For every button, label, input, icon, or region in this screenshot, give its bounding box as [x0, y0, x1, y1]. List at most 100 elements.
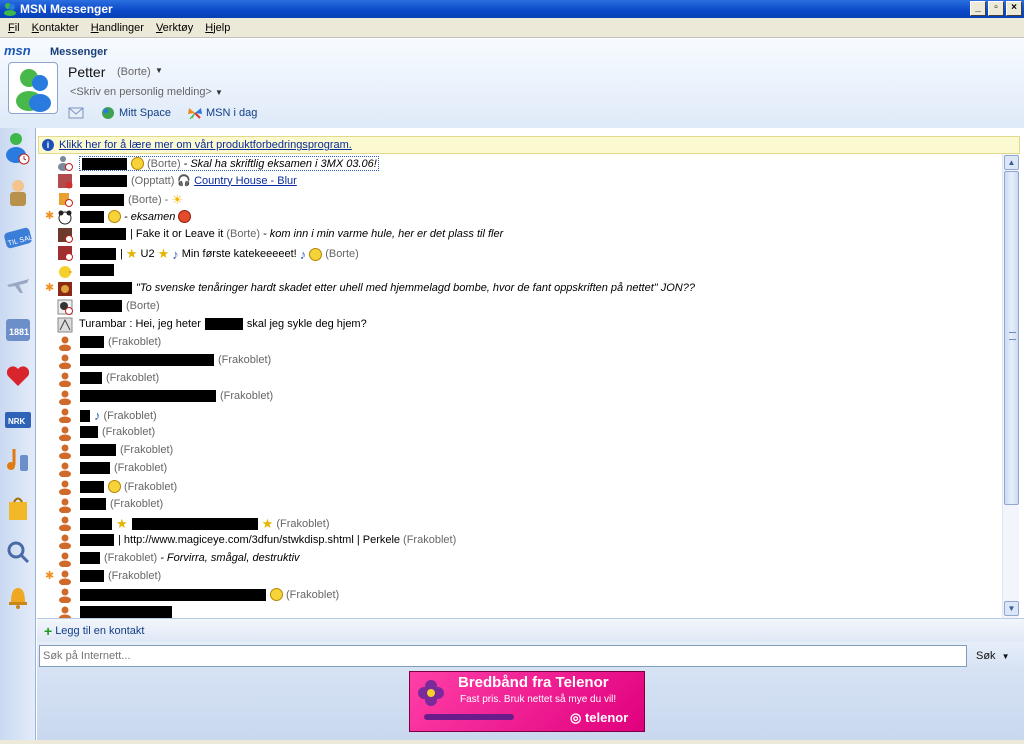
heart-icon [6, 366, 30, 386]
menu-bar: Fil Kontakter Handlinger Verktøy Hjelp [0, 18, 1024, 38]
tab-dating[interactable] [3, 358, 33, 394]
user-status[interactable]: (Borte) [117, 66, 151, 78]
bell-icon [9, 588, 27, 609]
list-item[interactable]: | http://www.magiceye.com/3dfun/stwkdisp… [37, 532, 1002, 550]
list-item[interactable]: ★ ★ (Frakoblet) [37, 514, 1002, 532]
list-item[interactable]: (Frakoblet) [37, 460, 1002, 478]
telenor-ad-banner[interactable]: Bredbånd fra Telenor Fast pris. Bruk net… [409, 671, 645, 732]
menu-hjelp[interactable]: Hjelp [199, 22, 236, 34]
tab-contacts[interactable] [3, 130, 33, 166]
list-item[interactable]: Turambar : Hei, jeg heter skal jeg sykle … [37, 316, 1002, 334]
buddy-offline-icon [59, 534, 71, 549]
close-button[interactable]: × [1006, 1, 1022, 16]
tab-travel[interactable] [3, 266, 33, 302]
email-icon[interactable] [68, 107, 84, 119]
buddy-away-icon [58, 156, 73, 171]
ad-title: Bredbånd fra Telenor [458, 674, 609, 691]
maximize-button[interactable]: ▫ [988, 1, 1004, 16]
buddy-away-icon [59, 193, 73, 207]
duck-avatar-icon [59, 266, 73, 278]
contact-avatar-icon [57, 317, 73, 333]
status-dropdown-icon[interactable]: ▼ [155, 66, 163, 75]
msn-buddy-icon [4, 3, 16, 16]
list-item[interactable]: (Frakoblet) [37, 388, 1002, 406]
list-item[interactable]: (Frakoblet) [37, 370, 1002, 388]
list-item[interactable] [37, 262, 1002, 280]
menu-verktoy[interactable]: Verktøy [150, 22, 199, 34]
tab-music[interactable] [3, 442, 33, 478]
search-bar: Søk▼ [37, 642, 1024, 670]
scroll-thumb[interactable] [1004, 171, 1019, 505]
list-item[interactable]: (Frakoblet) [37, 352, 1002, 370]
contact-list-scrollbar[interactable]: ▲ ▼ [1002, 154, 1019, 618]
list-item[interactable]: (Frakoblet) [37, 586, 1002, 604]
list-item[interactable]: (Borte) - ☀ [37, 190, 1002, 208]
list-item[interactable]: (Frakoblet) [37, 442, 1002, 460]
add-contact-bar: + Legg til en kontakt [37, 618, 1024, 642]
buddy-offline-icon [59, 498, 71, 513]
buddy-busy-icon [58, 174, 73, 189]
nrk-tab[interactable]: NRK [3, 402, 33, 438]
contact-avatar-icon [58, 282, 72, 296]
user-name[interactable]: Petter [68, 64, 105, 80]
flower-icon [418, 680, 444, 706]
ad-subtitle: Fast pris. Bruk nettet så mye du vil! [460, 694, 617, 705]
list-item[interactable]: ✱ (Frakoblet) [37, 568, 1002, 586]
title-bar: MSN Messenger _ ▫ × [0, 0, 1024, 18]
list-item[interactable]: (Frakoblet) - Forvirra, smågal, destrukti… [37, 550, 1002, 568]
plus-icon[interactable]: + [44, 623, 52, 639]
tab-shopping[interactable] [3, 490, 33, 526]
web-search-input[interactable] [39, 645, 967, 667]
list-item[interactable]: (Frakoblet) [37, 478, 1002, 496]
contact-list: (Borte) - Skal ha skriftlig eksamen i 3MX… [37, 154, 1002, 618]
new-contact-star-icon: ✱ [45, 282, 55, 294]
list-item[interactable]: ✱ "To svenske tenåringer hardt skadet et… [37, 280, 1002, 298]
music-note-icon [7, 449, 28, 471]
add-contact-button[interactable]: Legg til en kontakt [55, 625, 144, 637]
list-item[interactable]: | Fake it or Leave it (Borte) - kom inn i … [37, 226, 1002, 244]
list-item[interactable]: ✱ - eksamen [37, 208, 1002, 226]
main-panel: i Klikk her for å lære mer om vårt produ… [37, 128, 1024, 740]
list-item[interactable]: (Borte) - Skal ha skriftlig eksamen i 3MX… [37, 154, 1002, 172]
search-button[interactable]: Søk ▼ [976, 650, 1009, 662]
menu-kontakter[interactable]: Kontakter [26, 22, 85, 34]
list-item[interactable]: | ★ U2 ★ ♪ Min første katekeeeeet! ♪ (Borte) [37, 244, 1002, 262]
telenor-swirl-icon: ◎ [570, 710, 582, 725]
list-item[interactable]: (Borte) [37, 298, 1002, 316]
user-header: msn Messenger Petter (Borte) ▼ <Skriv en… [0, 39, 1024, 128]
msn-logo: msn [4, 43, 31, 58]
list-item[interactable]: (Opptatt) 🎧 Country House - Blur [37, 172, 1002, 190]
search-dropdown-icon[interactable]: ▼ [1002, 652, 1010, 661]
minimize-button[interactable]: _ [970, 1, 986, 16]
list-item[interactable]: ♪ (Frakoblet) [37, 406, 1002, 424]
opplysningen-tab[interactable]: 1881 [3, 312, 33, 348]
scroll-up-button[interactable]: ▲ [1004, 155, 1019, 170]
menu-fil[interactable]: Fil [2, 22, 26, 34]
tab-strip: TIL SALGS 1881 NRK [0, 128, 36, 740]
improvement-program-link[interactable]: Klikk her for å lære mer om vårt produkt… [59, 139, 352, 151]
list-item[interactable]: (Frakoblet) [37, 334, 1002, 352]
buddy-offline-icon [59, 570, 71, 585]
tab-alerts[interactable] [3, 578, 33, 614]
ad-area: Bredbånd fra Telenor Fast pris. Bruk net… [37, 670, 1024, 740]
my-space-link[interactable]: Mitt Space [100, 106, 171, 120]
menu-handlinger[interactable]: Handlinger [85, 22, 150, 34]
improvement-program-bar[interactable]: i Klikk her for å lære mer om vårt produ… [38, 136, 1020, 154]
buddy-avatar-icon [16, 69, 51, 112]
spaces-icon [102, 107, 114, 119]
list-item[interactable]: (Frakoblet) [37, 496, 1002, 514]
user-avatar[interactable] [8, 62, 58, 114]
til-salgs-tab[interactable]: TIL SALGS [3, 220, 33, 256]
buddy-offline-icon [59, 606, 71, 618]
list-item[interactable] [37, 604, 1002, 618]
sun-icon: ☀ [171, 192, 183, 207]
personal-message-field[interactable]: <Skriv en personlig melding> [70, 86, 212, 98]
telenor-logo: ◎ telenor [570, 710, 629, 725]
msn-today-link[interactable]: MSN i dag [187, 106, 257, 120]
message-dropdown-icon[interactable]: ▼ [215, 88, 223, 97]
tab-search[interactable] [3, 534, 33, 570]
scroll-down-button[interactable]: ▼ [1004, 601, 1019, 616]
tab-avatar[interactable] [3, 176, 33, 212]
list-item[interactable]: (Frakoblet) [37, 424, 1002, 442]
headphones-icon: 🎧 [177, 175, 192, 187]
